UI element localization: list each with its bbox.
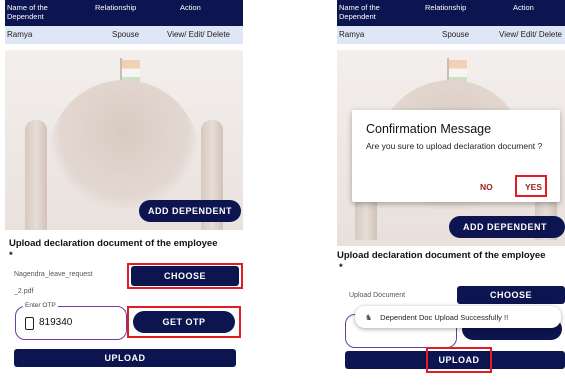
row-relationship: Spouse [442, 30, 470, 39]
add-dependent-button[interactable]: ADD DEPENDENT [139, 200, 241, 222]
required-mark: * [9, 250, 13, 261]
row-name: Ramya [7, 30, 33, 39]
success-toast: ♞ Dependent Doc Upload Successfully !! [355, 306, 561, 328]
header-action: Action [180, 3, 201, 12]
header-name: Name of the Dependent [7, 3, 48, 21]
phone-icon [25, 317, 34, 330]
dialog-no-button[interactable]: NO [480, 182, 493, 192]
choose-highlight [127, 263, 243, 289]
yes-highlight [515, 175, 547, 197]
header-relationship: Relationship [95, 3, 137, 12]
choose-button[interactable]: CHOOSE [457, 286, 565, 304]
building-tower-right [201, 120, 223, 240]
row-name: Ramya [339, 30, 365, 39]
row-action[interactable]: View/ Edit/ Delete [499, 30, 562, 39]
row-relationship: Spouse [112, 30, 140, 39]
upload-highlight [426, 347, 492, 373]
required-mark: * [339, 262, 343, 273]
otp-label: Enter OTP [23, 302, 58, 309]
upload-title: Upload declaration document of the emplo… [9, 238, 218, 249]
right-screen: Name of the Dependent Relationship Actio… [337, 0, 565, 388]
file-name-line1: Nagendra_leave_request [14, 271, 93, 278]
dependent-table-header: Name of the Dependent Relationship Actio… [337, 0, 565, 26]
otp-value: 819340 [39, 317, 73, 328]
otp-field[interactable]: 819340 [15, 306, 127, 340]
left-screen: Name of the Dependent Relationship Actio… [5, 0, 243, 388]
header-name: Name of the Dependent [339, 3, 380, 21]
dependent-table-header: Name of the Dependent Relationship Actio… [5, 0, 243, 26]
toast-text: Dependent Doc Upload Successfully !! [380, 312, 509, 322]
header-action: Action [513, 3, 534, 12]
dialog-message: Are you sure to upload declaration docum… [366, 141, 543, 151]
upload-card: Upload declaration document of the emplo… [337, 246, 565, 388]
toast-icon: ♞ [365, 312, 373, 322]
building-dome [49, 80, 199, 210]
upload-card: Upload declaration document of the emplo… [5, 230, 243, 388]
table-row[interactable]: Ramya Spouse View/ Edit/ Delete [5, 26, 243, 44]
add-dependent-button[interactable]: ADD DEPENDENT [449, 216, 565, 238]
header-relationship: Relationship [425, 3, 467, 12]
upload-button[interactable]: UPLOAD [14, 349, 236, 367]
get-otp-highlight [127, 306, 241, 338]
row-action[interactable]: View/ Edit/ Delete [167, 30, 230, 39]
dialog-title: Confirmation Message [366, 122, 492, 136]
building-tower-left [25, 120, 47, 240]
upload-title: Upload declaration document of the emplo… [337, 250, 546, 261]
table-row[interactable]: Ramya Spouse View/ Edit/ Delete [337, 26, 565, 44]
confirmation-dialog: Confirmation Message Are you sure to upl… [352, 110, 560, 202]
upload-document-label: Upload Document [349, 292, 406, 299]
file-name-line2: _2.pdf [14, 288, 34, 295]
